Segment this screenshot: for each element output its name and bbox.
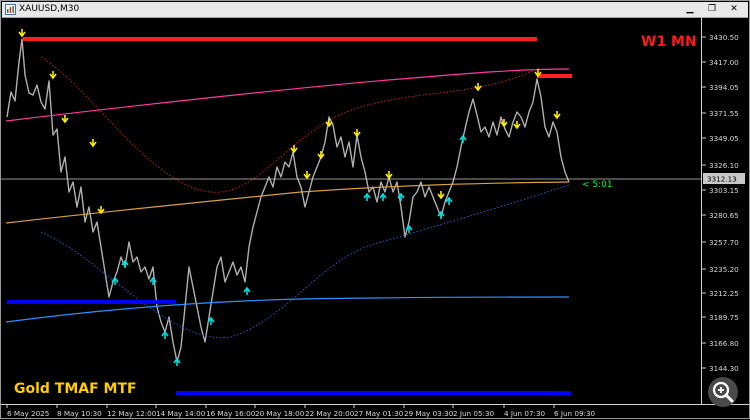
price-axis-label: 3326.10	[709, 161, 739, 170]
price-axis-label: 3280.65	[709, 211, 739, 220]
sell-signal-arrow	[61, 115, 69, 124]
current-price-label: 3312.13	[707, 175, 737, 184]
price-axis-label: 3371.55	[709, 109, 739, 118]
price-chart-area[interactable]	[1, 17, 701, 404]
window-title: XAUUSD,M30	[19, 4, 80, 14]
chart-window-icon	[5, 4, 16, 15]
window-titlebar[interactable]: XAUUSD,M30 ▁ ❐ ✕	[2, 2, 748, 18]
sell-signal-arrow	[353, 129, 361, 138]
minimize-button[interactable]: ▁	[683, 4, 697, 15]
price-axis-label: 3235.20	[709, 265, 739, 274]
sell-signal-arrow	[49, 71, 57, 80]
sell-signal-arrow	[18, 29, 26, 38]
price-axis-label: 3394.05	[709, 83, 739, 92]
sell-signal-arrow	[474, 83, 482, 92]
bar-countdown-label: < 5:01	[582, 180, 613, 190]
time-axis-label: 29 May 03:30	[404, 409, 454, 418]
price-series-line	[6, 38, 570, 363]
current-price-marker: 3312.13	[703, 173, 745, 184]
buy-signal-arrow	[243, 286, 251, 295]
price-axis-label: 3349.05	[709, 134, 739, 143]
time-axis-label: 27 May 01:30	[354, 409, 404, 418]
price-axis-label: 3417.00	[709, 58, 739, 67]
sell-signal-arrow	[89, 139, 97, 148]
time-axis-label: 8 May 10:30	[57, 409, 102, 418]
price-axis-label: 3144.30	[709, 364, 739, 373]
sell-signal-arrow	[513, 121, 521, 130]
magnifier-zoom-icon[interactable]	[708, 377, 738, 407]
buy-signal-arrow	[459, 134, 467, 143]
time-axis-label: 20 May 18:00	[255, 409, 305, 418]
buy-signal-arrow	[379, 192, 387, 201]
time-axis-label: 12 May 12:00	[107, 409, 157, 418]
time-axis-label: 6 May 2025	[7, 409, 49, 418]
buy-signal-arrow	[161, 330, 169, 339]
time-axis-label: 6 Jun 09:30	[554, 409, 596, 418]
price-axis[interactable]: 3430.50 3417.00 3394.05 3371.55 3349.05 3326.…	[701, 17, 750, 404]
price-axis-label: 3430.50	[709, 33, 739, 42]
sell-signal-arrow	[303, 171, 311, 180]
price-axis-label: 3189.75	[709, 313, 739, 322]
time-axis-label: 2 Jun 05:30	[453, 409, 495, 418]
chart-window: XAUUSD,M30 ▁ ❐ ✕ 3430.50 3417.00 3394.05 33…	[0, 0, 750, 419]
time-axis-label: 22 May 20:00	[305, 409, 355, 418]
pink-moving-average-line	[5, 68, 570, 122]
price-axis-label: 3257.70	[709, 238, 739, 247]
time-axis-label: 4 Jun 07:30	[504, 409, 546, 418]
buy-signal-arrow	[173, 357, 181, 366]
restore-button[interactable]: ❐	[705, 4, 719, 15]
sell-signal-arrow	[553, 111, 561, 120]
timeframes-overlay-label: W1 MN	[641, 34, 697, 50]
time-axis-label: 16 May 16:00	[206, 409, 256, 418]
price-axis-label: 3166.80	[709, 339, 739, 348]
time-axis[interactable]: 6 May 2025 8 May 10:30 12 May 12:00 14 May …	[1, 404, 749, 420]
price-axis-label: 3212.25	[709, 289, 739, 298]
buy-signal-arrow	[363, 192, 371, 201]
sell-signal-arrow	[290, 145, 298, 154]
price-axis-label: 3303.15	[709, 186, 739, 195]
indicator-name-label: Gold TMAF MTF	[14, 381, 137, 397]
time-axis-label: 14 May 14:00	[156, 409, 206, 418]
sell-signal-arrow	[385, 171, 393, 180]
close-button[interactable]: ✕	[727, 4, 741, 15]
sell-signal-arrow	[437, 191, 445, 200]
sell-signal-arrow	[317, 151, 325, 160]
